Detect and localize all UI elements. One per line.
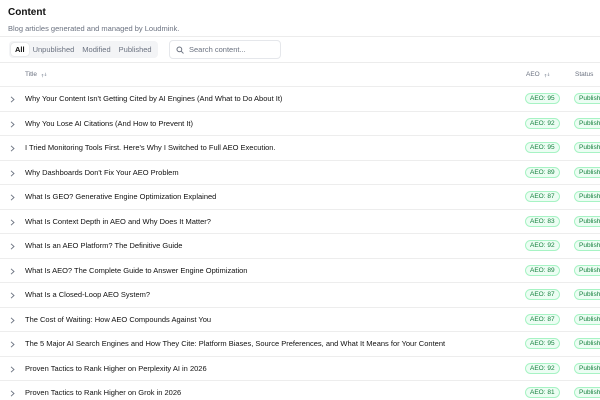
table-row[interactable]: The Cost of Waiting: How AEO Compounds A… xyxy=(0,306,600,332)
row-title: What Is GEO? Generative Engine Optimizat… xyxy=(25,192,217,201)
chevron-right-icon[interactable] xyxy=(10,96,15,103)
table-row[interactable]: Proven Tactics to Rank Higher on Perplex… xyxy=(0,355,600,381)
status-badge: Published xyxy=(574,215,600,227)
column-aeo-label: AEO xyxy=(526,71,540,78)
chevron-right-icon[interactable] xyxy=(10,365,15,373)
header-divider xyxy=(0,36,600,37)
table-header: Title AEO Status xyxy=(0,63,600,86)
row-title: Why Dashboards Don't Fix Your AEO Proble… xyxy=(25,167,179,177)
aeo-score-badge: AEO: 87 xyxy=(525,313,560,325)
aeo-score-badge: AEO: 95 xyxy=(525,338,560,349)
page-header: Content Blog articles generated and mana… xyxy=(8,7,179,33)
row-title: I Tried Monitoring Tools First. Here's W… xyxy=(25,143,276,152)
chevron-right-icon[interactable] xyxy=(10,267,15,275)
column-header-aeo[interactable]: AEO xyxy=(526,71,550,78)
table-row[interactable]: The 5 Major AI Search Engines and How Th… xyxy=(0,331,600,356)
aeo-score-badge: AEO: 87 xyxy=(525,191,560,202)
chevron-right-icon[interactable] xyxy=(10,243,15,250)
table-row[interactable]: Why Dashboards Don't Fix Your AEO Proble… xyxy=(0,159,600,185)
row-title: What Is Context Depth in AEO and Why Doe… xyxy=(25,216,211,226)
status-badge: Published xyxy=(574,117,600,129)
status-badge: Published xyxy=(574,264,600,276)
row-title: Why Your Content Isn't Getting Cited by … xyxy=(25,94,283,103)
page-subtitle: Blog articles generated and managed by L… xyxy=(8,24,180,33)
status-badge: Published xyxy=(574,362,600,374)
chevron-right-icon[interactable] xyxy=(10,145,15,152)
table-row[interactable]: Why You Lose AI Citations (And How to Pr… xyxy=(0,110,600,136)
chevron-right-icon[interactable] xyxy=(10,292,15,299)
sort-arrows-icon[interactable] xyxy=(544,72,550,78)
chevron-right-icon[interactable] xyxy=(10,120,15,128)
row-title: The 5 Major AI Search Engines and How Th… xyxy=(25,339,446,348)
tab-unpublished[interactable]: Unpublished xyxy=(29,43,79,56)
column-header-status[interactable]: Status xyxy=(575,71,593,78)
chevron-right-icon[interactable] xyxy=(10,390,15,397)
table-row[interactable]: What Is Context Depth in AEO and Why Doe… xyxy=(0,208,600,234)
status-badge: Published xyxy=(574,240,600,251)
search-icon xyxy=(176,41,184,59)
aeo-score-badge: AEO: 92 xyxy=(525,240,560,251)
chevron-right-icon[interactable] xyxy=(10,316,15,324)
row-title: Proven Tactics to Rank Higher on Perplex… xyxy=(25,363,207,373)
sort-arrows-icon[interactable] xyxy=(41,72,47,78)
table-row[interactable]: What Is GEO? Generative Engine Optimizat… xyxy=(0,184,600,209)
chevron-right-icon[interactable] xyxy=(10,194,15,201)
aeo-score-badge: AEO: 95 xyxy=(525,142,560,153)
status-badge: Published xyxy=(574,93,600,104)
table-row[interactable]: Proven Tactics to Rank Higher on Grok in… xyxy=(0,380,600,400)
content-page: Content Blog articles generated and mana… xyxy=(0,0,600,400)
aeo-score-badge: AEO: 95 xyxy=(525,93,560,104)
status-badge: Published xyxy=(574,387,600,398)
table-row[interactable]: What Is a Closed-Loop AEO System? AEO: 8… xyxy=(0,282,600,307)
row-title: Proven Tactics to Rank Higher on Grok in… xyxy=(25,388,182,397)
filter-tabs: All Unpublished Modified Published xyxy=(9,41,158,58)
row-title: Why You Lose AI Citations (And How to Pr… xyxy=(25,118,194,128)
aeo-score-badge: AEO: 92 xyxy=(525,362,560,374)
chevron-right-icon[interactable] xyxy=(10,218,15,226)
row-title: What Is AEO? The Complete Guide to Answe… xyxy=(25,265,248,275)
status-badge: Published xyxy=(574,289,600,300)
aeo-score-badge: AEO: 81 xyxy=(525,387,560,398)
status-badge: Published xyxy=(574,313,600,325)
column-title-label: Title xyxy=(25,71,38,78)
chevron-right-icon[interactable] xyxy=(10,169,15,177)
status-badge: Published xyxy=(574,338,600,349)
table-row[interactable]: What Is an AEO Platform? The Definitive … xyxy=(0,233,600,258)
search-box[interactable] xyxy=(169,40,281,59)
aeo-score-badge: AEO: 92 xyxy=(525,117,560,129)
row-title: The Cost of Waiting: How AEO Compounds A… xyxy=(25,314,212,324)
tab-modified[interactable]: Modified xyxy=(78,43,114,56)
status-badge: Published xyxy=(574,191,600,202)
status-badge: Published xyxy=(574,142,600,153)
tab-published[interactable]: Published xyxy=(115,43,156,56)
table-row[interactable]: I Tried Monitoring Tools First. Here's W… xyxy=(0,135,600,160)
chevron-right-icon[interactable] xyxy=(10,341,15,348)
row-title: What Is a Closed-Loop AEO System? xyxy=(25,290,151,299)
tab-all[interactable]: All xyxy=(11,43,29,56)
table-row[interactable]: Why Your Content Isn't Getting Cited by … xyxy=(0,86,600,111)
row-title: What Is an AEO Platform? The Definitive … xyxy=(25,241,183,250)
aeo-score-badge: AEO: 89 xyxy=(525,166,560,178)
column-header-title[interactable]: Title xyxy=(25,71,47,78)
page-title: Content xyxy=(8,7,46,18)
aeo-score-badge: AEO: 87 xyxy=(525,289,560,300)
aeo-score-badge: AEO: 83 xyxy=(525,215,560,227)
search-input[interactable] xyxy=(189,45,279,54)
aeo-score-badge: AEO: 89 xyxy=(525,264,560,276)
column-status-label: Status xyxy=(575,71,594,78)
status-badge: Published xyxy=(574,166,600,178)
table-row[interactable]: What Is AEO? The Complete Guide to Answe… xyxy=(0,257,600,283)
